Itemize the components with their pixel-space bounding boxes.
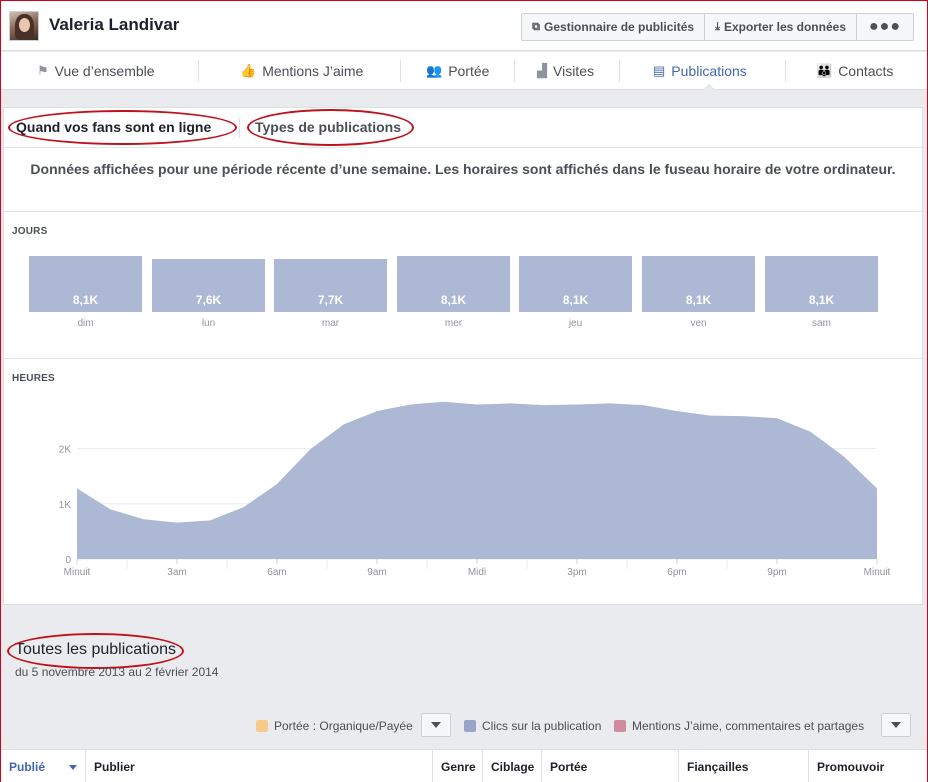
hours-chart: 0 1K 2K Minuit 3am 6am 9am Midi 3pm 6pm 9pm Minuit <box>59 401 891 578</box>
legend-label: Mentions J’aime, commentaires et partage… <box>632 719 865 733</box>
column-label: Genre <box>441 760 476 774</box>
avatar[interactable] <box>9 11 39 41</box>
legend-swatch <box>614 720 626 732</box>
column-reach[interactable]: Portée <box>541 750 678 782</box>
column-label: Publié <box>9 760 46 774</box>
tab-reach[interactable]: 👥 Portée <box>426 52 489 90</box>
tab-label: Contacts <box>838 63 894 79</box>
legend-label: Portée : Organique/Payée <box>274 719 413 733</box>
engagement-metric-dropdown[interactable] <box>881 713 911 737</box>
insights-nav: ⚑ Vue d’ensemble 👍 Mentions J’aime 👥 Por… <box>1 52 927 90</box>
x-tick-label: Minuit <box>64 567 91 578</box>
active-tab-caret <box>703 84 715 90</box>
tab-label: Portée <box>448 63 490 79</box>
x-tick-label: Minuit <box>864 567 891 578</box>
tab-label: Visites <box>553 63 594 79</box>
legend-reach: Portée : Organique/Payée <box>256 714 413 738</box>
column-label: Promouvoir <box>817 760 885 774</box>
column-published[interactable]: Publié <box>1 750 85 782</box>
fans-online-card: Quand vos fans sont en ligne Types de pu… <box>3 107 923 605</box>
column-targeting[interactable]: Ciblage <box>482 750 541 782</box>
bar-chart-icon: ▟ <box>537 63 547 78</box>
reach-metric-dropdown[interactable] <box>421 713 451 737</box>
legend-swatch <box>464 720 476 732</box>
tab-label: Publications <box>671 63 747 79</box>
column-engagement[interactable]: Fiançailles <box>678 750 808 782</box>
page-title[interactable]: Valeria Landivar <box>49 15 179 35</box>
x-tick-label: 6am <box>267 567 286 578</box>
column-label: Ciblage <box>491 760 535 774</box>
posts-icon: ▤ <box>653 63 666 78</box>
x-tick-label: 3pm <box>567 567 586 578</box>
all-publications-title: Toutes les publications <box>15 641 176 658</box>
people-icon: 👥 <box>426 63 443 78</box>
tab-publications[interactable]: ▤ Publications <box>653 52 747 90</box>
date-range: du 5 novembre 2013 au 2 février 2014 <box>15 665 219 679</box>
legend-swatch <box>256 720 268 732</box>
more-options-button[interactable]: ●●● <box>857 14 913 40</box>
tab-divider <box>785 60 786 82</box>
x-tick-label: 3am <box>167 567 186 578</box>
tab-divider <box>198 60 199 82</box>
external-link-icon: ⧉ <box>532 20 541 33</box>
legend-label: Clics sur la publication <box>482 719 602 733</box>
y-tick-label: 0 <box>65 555 71 566</box>
publications-table-header: Publié Publier Genre Ciblage Portée Fian… <box>1 749 927 782</box>
x-tick-label: 6pm <box>667 567 686 578</box>
ads-manager-button[interactable]: ⧉ Gestionnaire de publicités <box>522 14 706 40</box>
tab-likes[interactable]: 👍 Mentions J’aime <box>240 52 363 90</box>
tab-contacts[interactable]: 👪 Contacts <box>816 52 893 90</box>
more-dots-icon: ●●● <box>869 18 901 35</box>
export-data-label: Exporter les données <box>723 20 846 34</box>
column-promote[interactable]: Promouvoir <box>808 750 927 782</box>
export-data-button[interactable]: ⤓ Exporter les données <box>705 14 857 40</box>
flag-icon: ⚑ <box>37 63 49 78</box>
tab-visits[interactable]: ▟ Visites <box>537 52 594 90</box>
sort-desc-icon <box>69 764 78 770</box>
hours-area <box>77 401 877 559</box>
page-header: Valeria Landivar ⧉ Gestionnaire de publi… <box>1 1 927 51</box>
chevron-down-icon <box>431 722 441 728</box>
header-button-group: ⧉ Gestionnaire de publicités ⤓ Exporter … <box>521 13 914 41</box>
tab-overview[interactable]: ⚑ Vue d’ensemble <box>37 52 155 90</box>
tab-label: Mentions J’aime <box>262 63 364 79</box>
tab-divider <box>514 60 515 82</box>
column-label: Fiançailles <box>687 760 749 774</box>
x-tick-label: 9pm <box>767 567 786 578</box>
y-tick-label: 2K <box>59 445 72 456</box>
column-post[interactable]: Publier <box>85 750 432 782</box>
column-label: Publier <box>94 760 135 774</box>
x-tick-label: 9am <box>367 567 386 578</box>
download-icon: ⤓ <box>715 20 720 33</box>
tab-label: Vue d’ensemble <box>54 63 155 79</box>
ads-manager-label: Gestionnaire de publicités <box>544 20 695 34</box>
thumbs-up-icon: 👍 <box>240 63 257 78</box>
column-label: Portée <box>550 760 588 774</box>
column-type[interactable]: Genre <box>432 750 482 782</box>
tab-divider <box>400 60 401 82</box>
legend-clicks: Clics sur la publication <box>464 714 601 738</box>
chevron-down-icon <box>891 722 901 728</box>
tab-divider <box>619 60 620 82</box>
x-tick-label: Midi <box>468 567 486 578</box>
group-icon: 👪 <box>816 63 833 78</box>
legend-engagement: Mentions J’aime, commentaires et partage… <box>614 714 864 738</box>
y-tick-label: 1K <box>59 500 72 511</box>
